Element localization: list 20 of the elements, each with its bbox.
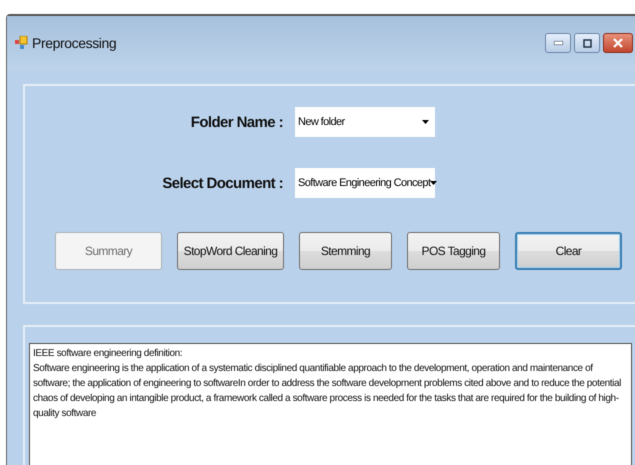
action-button[interactable]: Clear [515, 232, 622, 270]
minimize-icon [554, 41, 562, 45]
action-button[interactable]: Stemming [299, 232, 392, 270]
output-heading: IEEE software engineering definition: [33, 347, 184, 361]
action-button[interactable]: StopWord Cleaning [177, 232, 284, 270]
caret-icon [422, 120, 429, 124]
close-button[interactable] [603, 33, 633, 53]
caret-icon [430, 181, 438, 185]
field-label: Select Document : [161, 174, 284, 192]
minimize-button[interactable] [545, 33, 571, 53]
dropdown[interactable]: New folder [295, 107, 435, 137]
dropdown[interactable]: Software Engineering Concept [295, 168, 435, 198]
output-paragraph: Software engineering is the application of a systematic disciplined quantifiable approach to the development, operation and maintenance of software; the application of engineering to softwareIn order to address the software development problems cited above and to reduce the potential chaos of developing an intangible product, a framework called a software process is needed for the tasks that are required for the building of high-quality software [33, 362, 622, 421]
field-label: Folder Name : [190, 114, 284, 130]
maximize-button[interactable] [574, 33, 600, 53]
maximize-icon [582, 38, 592, 48]
app-icon [15, 36, 28, 50]
window-title: Preprocessing [32, 35, 116, 51]
close-icon [613, 38, 623, 48]
action-button[interactable]: POS Tagging [407, 232, 500, 270]
